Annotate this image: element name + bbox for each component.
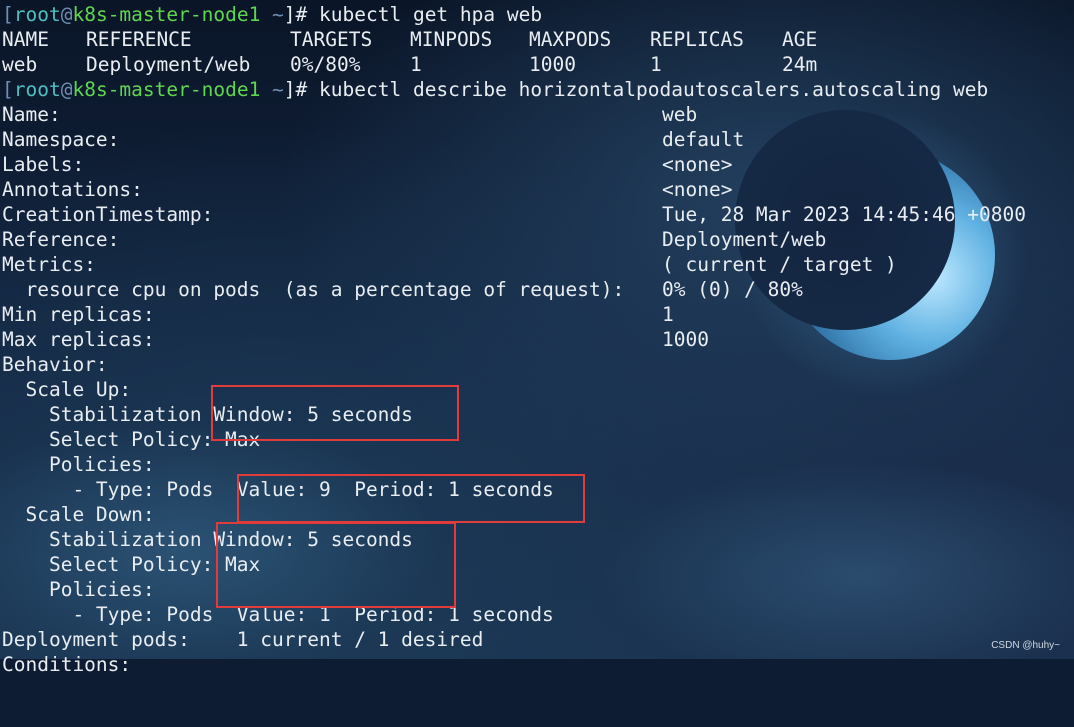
- field-value: Deployment/web: [662, 228, 827, 251]
- describe-line: Scale Up:: [2, 377, 1074, 402]
- field-label: Name:: [2, 103, 61, 126]
- scale-up-policies-label: Policies:: [2, 453, 155, 476]
- cell-reference: Deployment/web: [86, 53, 251, 76]
- hpa-table-header: NAME REFERENCE TARGETS MINPODS MAXPODS R…: [2, 27, 1074, 52]
- field-label: Reference:: [2, 228, 120, 251]
- prompt-open: [: [2, 78, 14, 101]
- prompt-dir: ~: [260, 3, 284, 26]
- table-row: web Deployment/web 0%/80% 1 1000 1 24m: [2, 52, 1074, 77]
- describe-line: Behavior:: [2, 352, 1074, 377]
- terminal-window[interactable]: [root@k8s-master-node1 ~]# kubectl get h…: [2, 2, 1074, 676]
- prompt-user: root: [13, 78, 61, 101]
- cell-minpods: 1: [410, 53, 422, 76]
- col-age-header: AGE: [782, 28, 818, 51]
- prompt-close: ]#: [283, 3, 320, 26]
- prompt-open: [: [2, 3, 14, 26]
- describe-field: Namespace: default: [2, 127, 1074, 152]
- prompt-dir: ~: [260, 78, 284, 101]
- col-replicas-header: REPLICAS: [650, 28, 744, 51]
- field-label: Metrics:: [2, 253, 96, 276]
- describe-line: Conditions:: [2, 652, 1074, 677]
- col-minpods-header: MINPODS: [410, 28, 493, 51]
- describe-line: Select Policy: Max: [2, 552, 1074, 577]
- cell-maxpods: 1000: [529, 53, 576, 76]
- col-reference-header: REFERENCE: [86, 28, 192, 51]
- field-value: 1: [662, 303, 674, 326]
- command-text: kubectl get hpa web: [319, 3, 543, 26]
- describe-field: Metrics: ( current / target ): [2, 252, 1074, 277]
- field-value: 0% (0) / 80%: [662, 278, 803, 301]
- highlight-box-scale-up-policy: [237, 474, 585, 523]
- field-label: Annotations:: [2, 178, 143, 201]
- prompt-line: [root@k8s-master-node1 ~]# kubectl descr…: [2, 77, 1074, 102]
- field-value: <none>: [662, 178, 733, 201]
- describe-field: CreationTimestamp: Tue, 28 Mar 2023 14:4…: [2, 202, 1074, 227]
- behavior-label: Behavior:: [2, 353, 108, 376]
- field-label: Min replicas:: [2, 303, 155, 326]
- field-label: Max replicas:: [2, 328, 155, 351]
- describe-line: Policies:: [2, 577, 1074, 602]
- prompt-host: k8s-master-node1: [72, 78, 261, 101]
- col-name-header: NAME: [2, 28, 49, 51]
- describe-field: Min replicas: 1: [2, 302, 1074, 327]
- field-value: Tue, 28 Mar 2023 14:45:46 +0800: [662, 203, 1026, 226]
- describe-field: Annotations: <none>: [2, 177, 1074, 202]
- col-targets-header: TARGETS: [290, 28, 373, 51]
- describe-field: Reference: Deployment/web: [2, 227, 1074, 252]
- field-label: Labels:: [2, 153, 85, 176]
- describe-field: Labels: <none>: [2, 152, 1074, 177]
- describe-line: - Type: Pods Value: 1 Period: 1 seconds: [2, 602, 1074, 627]
- cell-targets: 0%/80%: [290, 53, 361, 76]
- field-value: 1000: [662, 328, 709, 351]
- describe-field: Max replicas: 1000: [2, 327, 1074, 352]
- field-value: <none>: [662, 153, 733, 176]
- cell-replicas: 1: [650, 53, 662, 76]
- describe-line: Deployment pods: 1 current / 1 desired: [2, 627, 1074, 652]
- prompt-at: @: [60, 3, 73, 26]
- describe-line: Stabilization Window: 5 seconds: [2, 402, 1074, 427]
- col-maxpods-header: MAXPODS: [529, 28, 612, 51]
- prompt-line: [root@k8s-master-node1 ~]# kubectl get h…: [2, 2, 1074, 27]
- conditions-label: Conditions:: [2, 653, 132, 676]
- scale-down-policies-label: Policies:: [2, 578, 155, 601]
- cell-age: 24m: [782, 53, 818, 76]
- highlight-box-scale-down-window: [216, 522, 456, 608]
- describe-field: Name: web: [2, 102, 1074, 127]
- prompt-at: @: [60, 78, 73, 101]
- highlight-box-scale-up-window: [211, 385, 459, 441]
- field-value: default: [662, 128, 745, 151]
- scale-down-label: Scale Down:: [2, 503, 155, 526]
- field-value: ( current / target ): [662, 253, 897, 276]
- watermark-text: CSDN @huhy~: [991, 640, 1060, 651]
- cell-name: web: [2, 53, 38, 76]
- deployment-pods: Deployment pods: 1 current / 1 desired: [2, 628, 484, 651]
- prompt-user: root: [13, 3, 61, 26]
- describe-field: resource cpu on pods (as a percentage of…: [2, 277, 1074, 302]
- prompt-host: k8s-master-node1: [72, 3, 261, 26]
- command-text: kubectl describe horizontalpodautoscaler…: [319, 78, 989, 101]
- describe-line: Stabilization Window: 5 seconds: [2, 527, 1074, 552]
- describe-line: Select Policy: Max: [2, 427, 1074, 452]
- field-label: Namespace:: [2, 128, 120, 151]
- field-label: resource cpu on pods (as a percentage of…: [2, 278, 625, 301]
- field-label: CreationTimestamp:: [2, 203, 214, 226]
- field-value: web: [662, 103, 698, 126]
- prompt-close: ]#: [283, 78, 320, 101]
- scale-up-label: Scale Up:: [2, 378, 132, 401]
